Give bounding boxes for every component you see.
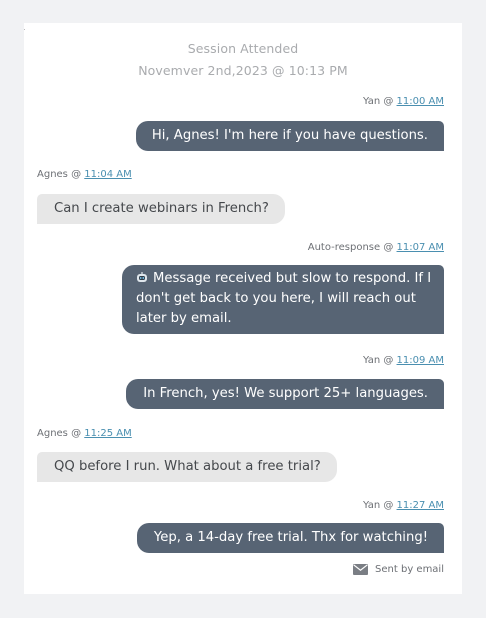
outgoing-message-bubble: Hi, Agnes! I'm here if you have question…: [135, 121, 444, 151]
chat-transcript-card: Session Attended Novemver 2nd,2023 @ 10:…: [24, 23, 462, 594]
timestamp-link[interactable]: 11:09 AM: [397, 355, 444, 366]
sender-name: Agnes @: [37, 428, 85, 439]
sender-name: Yan @: [362, 500, 397, 511]
auto-response-text: Message received but slow to respond. If…: [136, 271, 432, 326]
sender-name: Auto-response @: [307, 242, 397, 253]
message-meta: Yan @ 11:27 AM: [363, 500, 444, 511]
outgoing-message-bubble: In French, yes! We support 25+ languages…: [126, 379, 444, 409]
message-meta: Agnes @ 11:04 AM: [37, 169, 132, 180]
outgoing-message-bubble: Yep, a 14-day free trial. Thx for watchi…: [136, 523, 444, 553]
incoming-message-bubble: QQ before I run. What about a free trial…: [37, 452, 337, 482]
delivery-label: Sent by email: [375, 564, 444, 575]
message-meta: Yan @ 11:00 AM: [363, 96, 444, 107]
envelope-icon: [353, 564, 369, 575]
timestamp-link[interactable]: 11:25 AM: [84, 428, 131, 439]
robot-icon: [137, 272, 147, 282]
session-title: Session Attended: [187, 41, 299, 56]
message-meta: Auto-response @ 11:07 AM: [308, 242, 444, 253]
sender-name: Yan @: [362, 96, 397, 107]
sender-name: Yan @: [362, 355, 397, 366]
timestamp-link[interactable]: 11:04 AM: [84, 169, 131, 180]
message-meta: Yan @ 11:09 AM: [363, 355, 444, 366]
timestamp-link[interactable]: 11:00 AM: [397, 96, 444, 107]
sender-name: Agnes @: [37, 169, 85, 180]
timestamp-link[interactable]: 11:07 AM: [397, 242, 444, 253]
timestamp-link[interactable]: 11:27 AM: [397, 500, 444, 511]
auto-response-bubble: Message received but slow to respond. If…: [122, 265, 444, 334]
message-meta: Agnes @ 11:25 AM: [37, 428, 132, 439]
incoming-message-bubble: Can I create webinars in French?: [37, 194, 285, 224]
delivery-status: Sent by email: [353, 564, 444, 575]
session-date: Novemver 2nd,2023 @ 10:13 PM: [138, 63, 348, 78]
decorative-dot: [24, 29, 25, 30]
